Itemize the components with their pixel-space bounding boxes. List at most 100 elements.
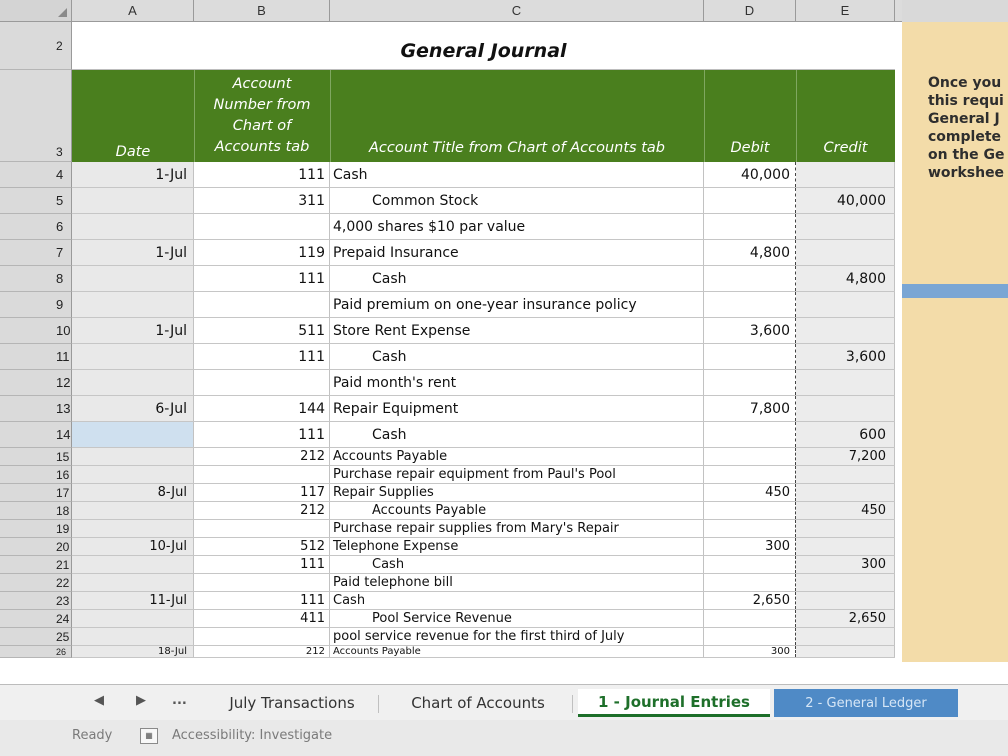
tab-scroll-next-icon[interactable]: ▶ xyxy=(136,693,146,708)
account-number-cell[interactable]: 212 xyxy=(194,502,330,519)
account-number-cell[interactable] xyxy=(194,370,330,395)
account-number-cell[interactable]: 511 xyxy=(194,318,330,343)
credit-cell[interactable] xyxy=(796,292,895,317)
row-header[interactable]: 13 xyxy=(0,396,72,422)
account-title-cell[interactable]: Pool Service Revenue xyxy=(330,610,704,627)
account-title-cell[interactable]: Common Stock xyxy=(330,188,704,213)
debit-cell[interactable] xyxy=(704,370,796,395)
credit-cell[interactable] xyxy=(796,214,895,239)
credit-cell[interactable]: 3,600 xyxy=(796,344,895,369)
date-cell[interactable] xyxy=(72,292,194,317)
column-header-e[interactable]: E xyxy=(796,0,895,22)
account-number-cell[interactable]: 111 xyxy=(194,422,330,447)
account-title-cell[interactable]: Repair Supplies xyxy=(330,484,704,501)
date-cell[interactable] xyxy=(72,448,194,465)
account-title-cell[interactable]: Cash xyxy=(330,556,704,573)
debit-cell[interactable]: 2,650 xyxy=(704,592,796,609)
debit-cell[interactable] xyxy=(704,556,796,573)
account-number-cell[interactable]: 144 xyxy=(194,396,330,421)
account-title-cell[interactable]: pool service revenue for the first third… xyxy=(330,628,704,645)
debit-cell[interactable]: 40,000 xyxy=(704,162,796,187)
row-header[interactable]: 11 xyxy=(0,344,72,370)
row-header[interactable]: 3 xyxy=(0,70,72,162)
account-number-cell[interactable]: 111 xyxy=(194,556,330,573)
account-title-cell[interactable]: Store Rent Expense xyxy=(330,318,704,343)
debit-cell[interactable] xyxy=(704,628,796,645)
credit-cell[interactable] xyxy=(796,240,895,265)
debit-cell[interactable] xyxy=(704,214,796,239)
debit-cell[interactable] xyxy=(704,292,796,317)
account-number-cell[interactable] xyxy=(194,214,330,239)
row-header[interactable]: 25 xyxy=(0,628,72,646)
account-title-cell[interactable]: Telephone Expense xyxy=(330,538,704,555)
account-title-cell[interactable]: Cash xyxy=(330,344,704,369)
date-cell[interactable] xyxy=(72,574,194,591)
account-title-cell[interactable]: Cash xyxy=(330,422,704,447)
row-header[interactable]: 26 xyxy=(0,646,72,658)
row-header[interactable]: 19 xyxy=(0,520,72,538)
column-header-d[interactable]: D xyxy=(704,0,796,22)
debit-cell[interactable] xyxy=(704,266,796,291)
date-cell[interactable] xyxy=(72,466,194,483)
debit-cell[interactable]: 300 xyxy=(704,646,796,657)
row-header[interactable]: 14 xyxy=(0,422,72,448)
account-title-cell[interactable]: Purchase repair equipment from Paul's Po… xyxy=(330,466,704,483)
date-cell[interactable] xyxy=(72,556,194,573)
row-header[interactable]: 20 xyxy=(0,538,72,556)
macro-record-icon[interactable]: ▦ xyxy=(140,728,158,744)
row-header[interactable]: 6 xyxy=(0,214,72,240)
row-header[interactable]: 17 xyxy=(0,484,72,502)
account-number-cell[interactable]: 111 xyxy=(194,344,330,369)
row-header[interactable]: 23 xyxy=(0,592,72,610)
date-cell[interactable]: 6-Jul xyxy=(72,396,194,421)
debit-cell[interactable] xyxy=(704,466,796,483)
debit-cell[interactable] xyxy=(704,520,796,537)
tab-scroll-prev-icon[interactable]: ◀ xyxy=(94,693,104,708)
account-title-cell[interactable]: Prepaid Insurance xyxy=(330,240,704,265)
account-number-cell[interactable]: 212 xyxy=(194,646,330,657)
date-cell[interactable]: 1-Jul xyxy=(72,240,194,265)
credit-cell[interactable] xyxy=(796,396,895,421)
row-header[interactable]: 5 xyxy=(0,188,72,214)
credit-cell[interactable]: 600 xyxy=(796,422,895,447)
credit-cell[interactable]: 2,650 xyxy=(796,610,895,627)
credit-cell[interactable] xyxy=(796,370,895,395)
credit-cell[interactable]: 7,200 xyxy=(796,448,895,465)
account-title-cell[interactable]: Cash xyxy=(330,592,704,609)
tab-general-ledger[interactable]: 2 - General Ledger xyxy=(774,689,958,717)
account-number-cell[interactable]: 117 xyxy=(194,484,330,501)
credit-cell[interactable] xyxy=(796,162,895,187)
debit-cell[interactable] xyxy=(704,610,796,627)
row-header[interactable]: 24 xyxy=(0,610,72,628)
debit-cell[interactable] xyxy=(704,448,796,465)
credit-cell[interactable]: 300 xyxy=(796,556,895,573)
account-title-cell[interactable]: Accounts Payable xyxy=(330,646,704,657)
row-header[interactable]: 7 xyxy=(0,240,72,266)
tab-chart-of-accounts[interactable]: Chart of Accounts xyxy=(390,689,566,717)
debit-cell[interactable] xyxy=(704,188,796,213)
debit-cell[interactable] xyxy=(704,502,796,519)
row-header[interactable]: 22 xyxy=(0,574,72,592)
row-header[interactable]: 2 xyxy=(0,22,72,70)
account-title-cell[interactable]: Purchase repair supplies from Mary's Rep… xyxy=(330,520,704,537)
credit-cell[interactable]: 4,800 xyxy=(796,266,895,291)
row-header[interactable]: 9 xyxy=(0,292,72,318)
account-title-cell[interactable]: 4,000 shares $10 par value xyxy=(330,214,704,239)
tab-journal-entries[interactable]: 1 - Journal Entries xyxy=(578,689,770,717)
column-header-c[interactable]: C xyxy=(330,0,704,22)
account-number-cell[interactable]: 119 xyxy=(194,240,330,265)
account-number-cell[interactable]: 512 xyxy=(194,538,330,555)
account-number-cell[interactable]: 311 xyxy=(194,188,330,213)
row-header[interactable]: 15 xyxy=(0,448,72,466)
date-cell[interactable] xyxy=(72,628,194,645)
credit-cell[interactable] xyxy=(796,318,895,343)
row-header[interactable]: 16 xyxy=(0,466,72,484)
account-number-cell[interactable]: 411 xyxy=(194,610,330,627)
column-header-b[interactable]: B xyxy=(194,0,330,22)
credit-cell[interactable] xyxy=(796,628,895,645)
tab-july-transactions[interactable]: July Transactions xyxy=(212,689,372,717)
date-cell[interactable] xyxy=(72,610,194,627)
account-title-cell[interactable]: Accounts Payable xyxy=(330,502,704,519)
row-header[interactable]: 8 xyxy=(0,266,72,292)
select-all-corner[interactable] xyxy=(0,0,72,22)
